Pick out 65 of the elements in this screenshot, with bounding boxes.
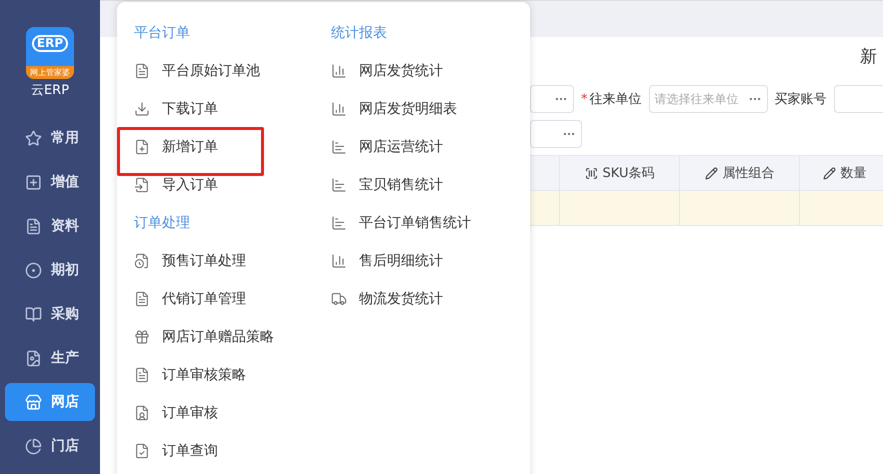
book-icon [25,306,42,322]
menu-item[interactable]: 导入订单 [162,176,218,194]
bar-chart-icon [331,215,347,231]
bar-chart-icon [331,139,347,155]
column-header: 数量 [800,156,883,190]
column-header: 属性组合 [680,156,800,190]
chart-icon [331,253,347,269]
sidebar-item[interactable]: 生产 [5,339,95,377]
file-icon [25,350,42,366]
document-clock-icon [134,253,150,269]
pencil-icon [822,166,836,180]
pencil-icon [704,166,718,180]
menu-item[interactable]: 平台原始订单池 [162,62,260,80]
document-icon [134,63,150,79]
plus-icon [25,174,42,190]
document-check-icon [134,443,150,459]
document-icon [25,218,42,234]
document-arrow-icon [134,177,150,193]
menu-item[interactable]: 预售订单处理 [162,252,246,270]
document-icon [134,291,150,307]
truck-icon [331,291,347,307]
sidebar-item[interactable]: 期初 [5,251,95,289]
sidebar-item[interactable]: 门店 [5,427,95,465]
menu-item[interactable]: 网店发货明细表 [359,100,457,118]
download-icon [134,101,150,117]
sidebar-item[interactable]: 增值 [5,163,95,201]
menu-item[interactable]: 订单审核策略 [162,366,246,384]
field-label: *往来单位 [581,91,642,108]
menu-item[interactable]: 网店订单赠品策略 [162,328,274,346]
gift-icon [134,329,150,345]
app-name: 云ERP [30,82,70,99]
menu-item[interactable]: 订单查询 [162,442,218,460]
menu-item[interactable]: 新增订单 [162,138,218,156]
menu-item[interactable]: 下载订单 [162,100,218,118]
menu-item[interactable]: 代销订单管理 [162,290,246,308]
chart-icon [331,63,347,79]
menu-item[interactable]: 网店发货统计 [359,62,443,80]
chart-icon [331,101,347,117]
menu-item[interactable]: 订单审核 [162,404,218,422]
menu-item[interactable]: 物流发货统计 [359,290,443,308]
menu-section-title: 统计报表 [331,24,387,43]
menu-item[interactable]: 宝贝销售统计 [359,176,443,194]
input-field[interactable] [834,85,883,113]
menu-section-title: 平台订单 [134,24,190,43]
document-plus-icon [134,139,150,155]
menu-section-title: 订单处理 [134,214,190,233]
document-person-icon [134,405,150,421]
document-icon [134,367,150,383]
barcode-icon [584,166,598,180]
target-icon [25,262,42,278]
menu-item[interactable]: 售后明细统计 [359,252,443,270]
sidebar-item[interactable]: 采购 [5,295,95,333]
sidebar-item[interactable]: 常用 [5,119,95,157]
field-label: 买家账号 [774,91,826,108]
page-title: 新 [860,46,877,68]
menu-item[interactable]: 网店运营统计 [359,138,443,156]
bar-chart-icon [331,177,347,193]
store-icon [25,394,42,410]
column-header: SKU条码 [560,156,680,190]
pie-chart-icon [25,438,42,454]
menu-item[interactable]: 平台订单销售统计 [359,214,471,232]
star-icon [25,130,42,146]
logo-band: 网上管家婆 [26,66,74,79]
logo-badge: ERP [32,35,68,52]
sidebar-item[interactable]: 资料 [5,207,95,245]
